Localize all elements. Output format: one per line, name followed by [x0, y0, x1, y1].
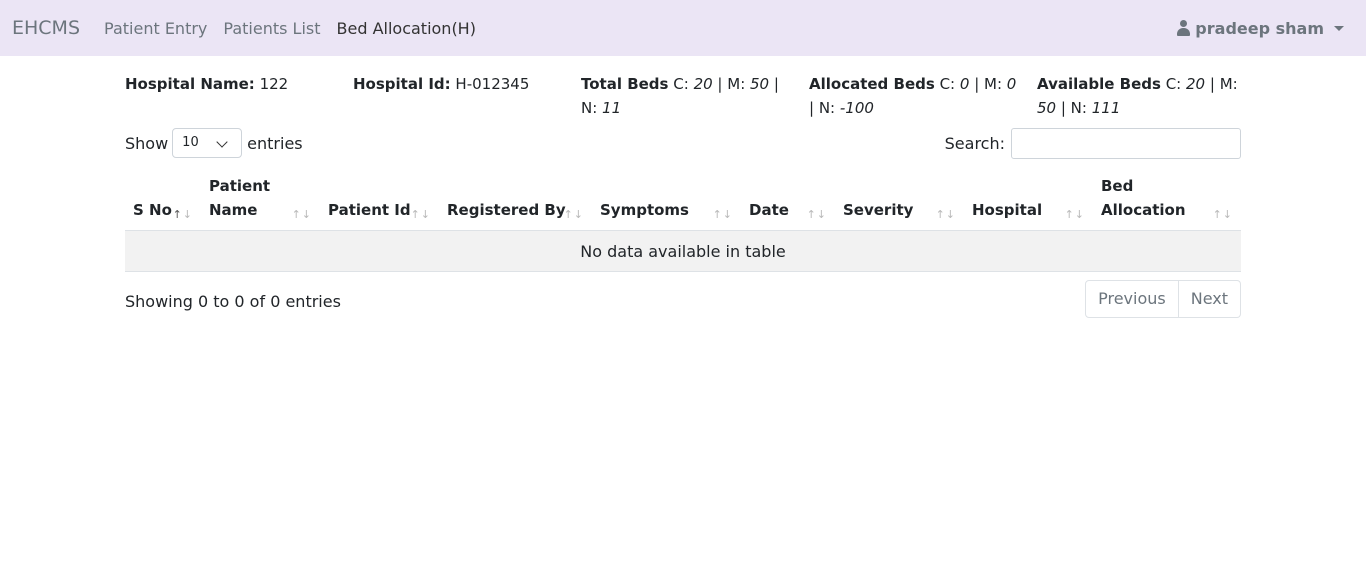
sort-icon: ↑↓ [563, 208, 584, 221]
hospital-info-row: Hospital Name: 122 Hospital Id: H-012345… [125, 56, 1241, 128]
sort-icon: ↑↓ [806, 208, 827, 221]
main-content: Hospital Name: 122 Hospital Id: H-012345… [125, 56, 1241, 318]
available-beds-info: Available Beds C: 20 | M: 50 | N: 111 [1037, 75, 1238, 117]
entries-select[interactable]: 10 [172, 128, 243, 158]
column-header-severity[interactable]: Severity ↑↓ [835, 170, 964, 231]
column-header-date[interactable]: Date ↑↓ [741, 170, 835, 231]
user-icon [1177, 20, 1191, 36]
column-header-s-no[interactable]: S No ↑↓ [125, 170, 201, 231]
table-info-text: Showing 0 to 0 of 0 entries [125, 292, 341, 311]
allocated-beds-info: Allocated Beds C: 0 | M: 0 | N: -100 [809, 75, 1017, 117]
sort-icon: ↑↓ [291, 208, 312, 221]
patients-table: S No ↑↓ Patient Name ↑↓ Patient Id ↑↓ Regis… [125, 170, 1241, 272]
empty-table-message: No data available in table [125, 230, 1241, 272]
user-menu-dropdown[interactable]: pradeep sham [1177, 0, 1344, 56]
user-name: pradeep sham [1195, 18, 1324, 38]
entries-length-control: Show 10 entries [125, 128, 303, 158]
table-header-row: S No ↑↓ Patient Name ↑↓ Patient Id ↑↓ Regis… [125, 170, 1241, 231]
search-label: Search: [944, 134, 1005, 153]
hospital-id-info: Hospital Id: H-012345 [353, 75, 530, 93]
table-row: No data available in table [125, 230, 1241, 272]
table-controls: Show 10 entries Search: [125, 128, 1241, 160]
pagination: Previous Next [1085, 280, 1241, 318]
hospital-name-info: Hospital Name: 122 [125, 75, 289, 93]
column-header-registered-by[interactable]: Registered By ↑↓ [439, 170, 592, 231]
sort-icon: ↑↓ [712, 208, 733, 221]
previous-button[interactable]: Previous [1085, 280, 1179, 318]
column-header-symptoms[interactable]: Symptoms ↑↓ [592, 170, 741, 231]
sort-icon: ↑↓ [935, 208, 956, 221]
search-input[interactable] [1011, 128, 1241, 159]
chevron-down-icon [216, 136, 228, 148]
sort-icon: ↑↓ [172, 208, 193, 221]
next-button[interactable]: Next [1178, 280, 1241, 318]
entries-label: entries [247, 133, 303, 153]
nav-bed-allocation[interactable]: Bed Allocation(H) [337, 19, 476, 38]
search-control: Search: [945, 128, 1241, 159]
sort-icon: ↑↓ [1064, 208, 1085, 221]
total-beds-info: Total Beds C: 20 | M: 50 | N: 11 [581, 75, 779, 117]
column-header-patient-name[interactable]: Patient Name ↑↓ [201, 170, 320, 231]
brand-link[interactable]: EHCMS [12, 17, 80, 39]
show-label: Show [125, 133, 169, 153]
column-header-hospital[interactable]: Hospital ↑↓ [964, 170, 1093, 231]
column-header-patient-id[interactable]: Patient Id ↑↓ [320, 170, 439, 231]
top-navbar: EHCMS Patient Entry Patients List Bed Al… [0, 0, 1366, 56]
nav-patients-list[interactable]: Patients List [223, 19, 320, 38]
column-header-bed-allocation[interactable]: Bed Allocation ↑↓ [1093, 170, 1241, 231]
sort-icon: ↑↓ [1212, 208, 1233, 221]
nav-patient-entry[interactable]: Patient Entry [104, 19, 207, 38]
caret-down-icon [1334, 25, 1344, 31]
sort-icon: ↑↓ [410, 208, 431, 221]
